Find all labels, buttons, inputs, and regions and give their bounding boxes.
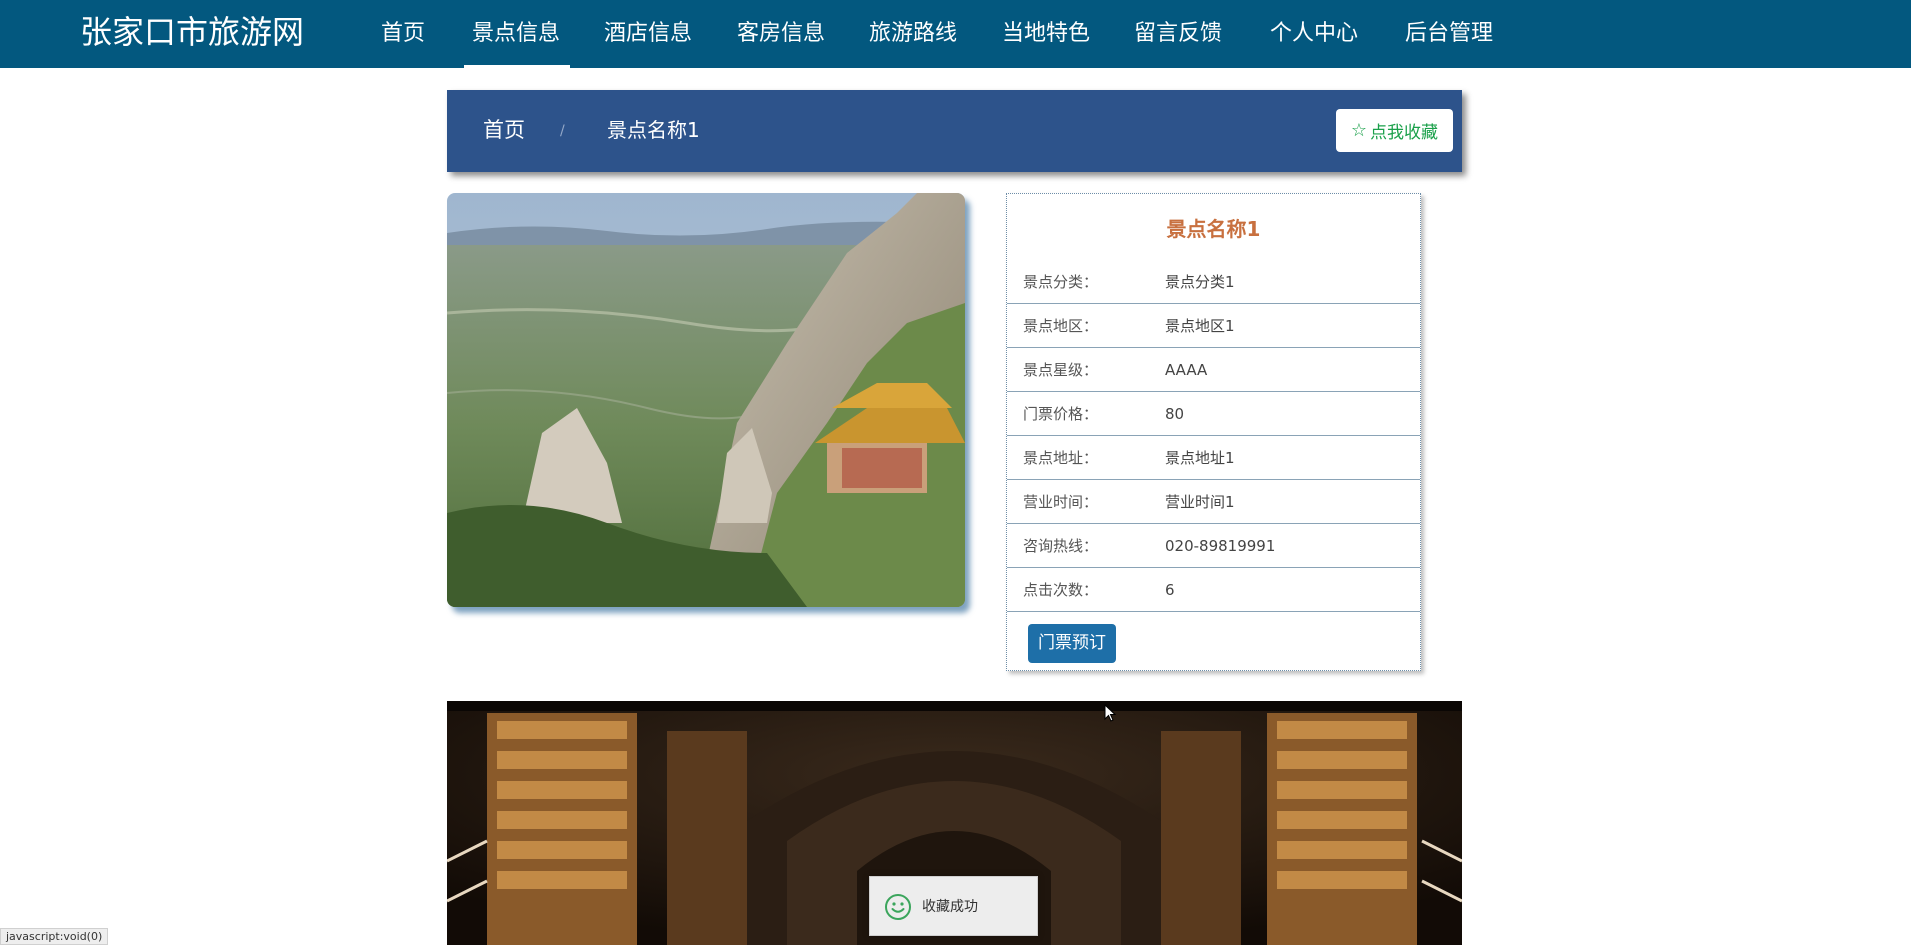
info-value: AAAA	[1165, 361, 1208, 379]
attraction-title: 景点名称1	[1166, 217, 1261, 241]
info-value: 景点地区1	[1165, 317, 1235, 335]
info-value: 020-89819991	[1165, 537, 1276, 555]
success-toast: 收藏成功	[869, 876, 1038, 936]
info-row-category: 景点分类： 景点分类1	[1007, 260, 1420, 304]
favorite-button[interactable]: ☆ 点我收藏	[1336, 109, 1453, 152]
nav-item-home[interactable]: 首页	[381, 14, 425, 54]
info-label: 点击次数：	[1023, 581, 1099, 599]
nav-item-local-specialties[interactable]: 当地特色	[1002, 14, 1090, 54]
info-row-hours: 营业时间： 营业时间1	[1007, 480, 1420, 524]
book-ticket-button[interactable]: 门票预订	[1028, 624, 1116, 663]
attraction-info-panel: 景点名称1 景点分类： 景点分类1 景点地区： 景点地区1 景点星级： AAAA…	[1006, 193, 1421, 671]
favorite-button-label: 点我收藏	[1370, 123, 1439, 143]
site-brand[interactable]: 张家口市旅游网	[80, 12, 304, 52]
info-label: 咨询热线：	[1023, 537, 1099, 555]
info-row-region: 景点地区： 景点地区1	[1007, 304, 1420, 348]
info-row-ticket-price: 门票价格： 80	[1007, 392, 1420, 436]
info-value: 80	[1165, 405, 1185, 423]
nav-item-attractions[interactable]: 景点信息	[463, 14, 571, 68]
breadcrumb-home-link[interactable]: 首页	[483, 114, 525, 146]
info-label: 景点地址：	[1023, 449, 1099, 467]
browser-status-bar: javascript:void(0)	[0, 928, 109, 945]
breadcrumb-separator: /	[560, 123, 565, 139]
nav-item-rooms[interactable]: 客房信息	[737, 14, 825, 54]
star-outline-icon: ☆	[1350, 119, 1368, 141]
breadcrumb: 首页 / 景点名称1 ☆ 点我收藏	[447, 90, 1462, 172]
nav-item-hotels[interactable]: 酒店信息	[604, 14, 692, 54]
info-row-hotline: 咨询热线： 020-89819991	[1007, 524, 1420, 568]
info-label: 门票价格：	[1023, 405, 1099, 423]
info-label: 营业时间：	[1023, 493, 1099, 511]
info-label: 景点分类：	[1023, 273, 1099, 291]
info-value: 景点地址1	[1165, 449, 1235, 467]
info-value: 景点分类1	[1165, 273, 1235, 291]
info-value: 6	[1165, 581, 1175, 599]
info-row-click-count: 点击次数： 6	[1007, 568, 1420, 612]
info-label: 景点星级：	[1023, 361, 1099, 379]
mouse-cursor-icon	[1104, 704, 1116, 722]
toast-message: 收藏成功	[922, 899, 978, 915]
info-value: 营业时间1	[1165, 493, 1235, 511]
smiley-icon	[885, 894, 911, 920]
info-row-rating: 景点星级： AAAA	[1007, 348, 1420, 392]
info-row-address: 景点地址： 景点地址1	[1007, 436, 1420, 480]
attraction-photo	[447, 193, 965, 607]
nav-item-user-center[interactable]: 个人中心	[1270, 14, 1358, 54]
breadcrumb-current: 景点名称1	[607, 118, 700, 142]
top-navbar: 张家口市旅游网 首页 景点信息 酒店信息 客房信息 旅游路线 当地特色 留言反馈…	[0, 0, 1911, 68]
nav-item-admin[interactable]: 后台管理	[1405, 14, 1493, 54]
nav-item-routes[interactable]: 旅游路线	[869, 14, 957, 54]
nav-item-feedback[interactable]: 留言反馈	[1134, 14, 1222, 54]
info-label: 景点地区：	[1023, 317, 1099, 335]
